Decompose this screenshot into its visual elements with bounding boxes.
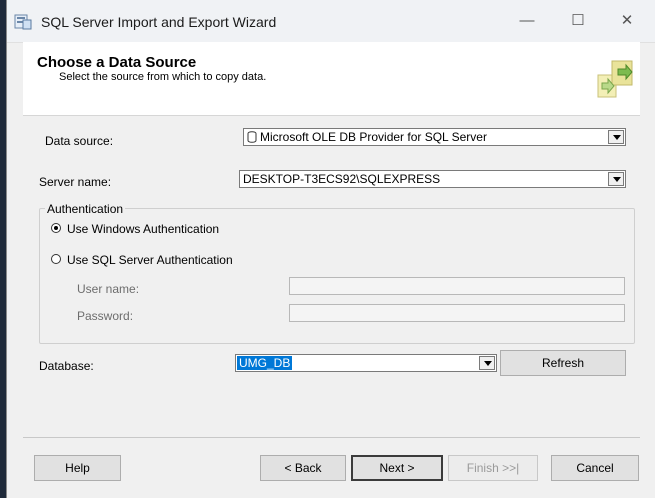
wizard-window: SQL Server Import and Export Wizard — ☐ … <box>6 0 655 498</box>
database-value[interactable]: UMG_DB <box>237 356 293 370</box>
next-button[interactable]: Next > <box>351 455 443 481</box>
data-source-value-wrap: Microsoft OLE DB Provider for SQL Server <box>247 130 487 146</box>
password-field[interactable] <box>289 304 625 322</box>
password-label: Password: <box>77 309 134 323</box>
windows-auth-label[interactable]: Use Windows Authentication <box>67 222 219 236</box>
maximize-button[interactable]: ☐ <box>555 6 601 36</box>
server-name-label: Server name: <box>39 175 112 189</box>
username-field[interactable] <box>289 277 625 295</box>
database-value-wrap: UMG_DB <box>237 356 293 370</box>
footer-divider <box>23 437 640 438</box>
database-label: Database: <box>39 359 94 373</box>
chevron-down-icon[interactable] <box>479 356 495 370</box>
back-button[interactable]: < Back <box>260 455 346 481</box>
data-source-dropdown[interactable]: Microsoft OLE DB Provider for SQL Server <box>243 128 626 146</box>
refresh-button[interactable]: Refresh <box>500 350 626 376</box>
finish-button[interactable]: Finish >>| <box>448 455 538 481</box>
server-name-value[interactable]: DESKTOP-T3ECS92\SQLEXPRESS <box>243 172 440 186</box>
windows-auth-radio[interactable] <box>51 223 61 233</box>
chevron-down-icon[interactable] <box>608 130 624 144</box>
sql-auth-radio[interactable] <box>51 254 61 264</box>
page-header: Choose a Data Source Select the source f… <box>23 42 640 116</box>
page-subtitle: Select the source from which to copy dat… <box>59 71 267 83</box>
cancel-button[interactable]: Cancel <box>551 455 639 481</box>
database-icon <box>247 131 257 146</box>
sql-auth-label[interactable]: Use SQL Server Authentication <box>67 253 233 267</box>
window-title: SQL Server Import and Export Wizard <box>41 14 277 30</box>
database-dropdown[interactable]: UMG_DB <box>235 354 497 372</box>
data-source-label: Data source: <box>45 134 114 148</box>
help-button[interactable]: Help <box>34 455 121 481</box>
server-name-dropdown[interactable]: DESKTOP-T3ECS92\SQLEXPRESS <box>239 170 626 188</box>
page-title: Choose a Data Source <box>37 54 197 71</box>
minimize-button[interactable]: — <box>504 6 550 36</box>
sql-server-wizard-icon <box>14 12 32 30</box>
chevron-down-icon[interactable] <box>608 172 624 186</box>
title-bar: SQL Server Import and Export Wizard — ☐ … <box>7 0 655 43</box>
close-button[interactable]: ✕ <box>604 6 650 36</box>
data-source-value: Microsoft OLE DB Provider for SQL Server <box>260 130 487 144</box>
username-label: User name: <box>77 282 140 296</box>
wizard-banner-icon <box>596 57 636 101</box>
authentication-legend: Authentication <box>45 202 126 216</box>
